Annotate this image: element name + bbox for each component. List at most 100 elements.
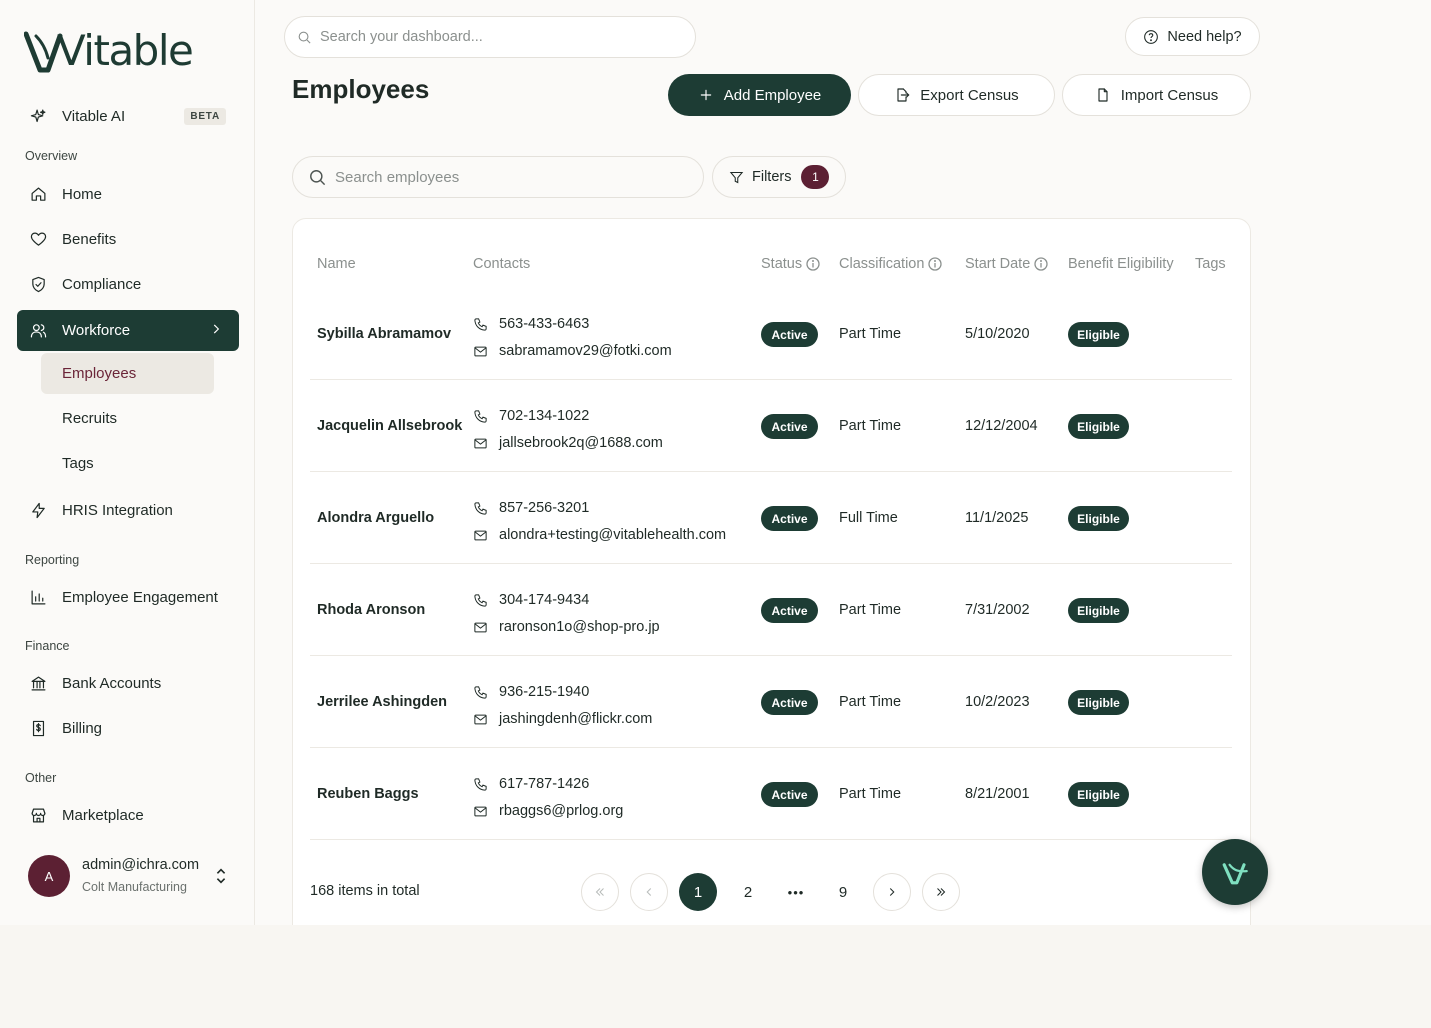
- page-button-last[interactable]: 9: [824, 873, 862, 911]
- export-census-button[interactable]: Export Census: [858, 74, 1055, 116]
- column-header-benefit-eligibility[interactable]: Benefit Eligibility: [1068, 256, 1174, 272]
- sidebar-item-bank-accounts[interactable]: Bank Accounts: [17, 663, 239, 704]
- sidebar-item-workforce[interactable]: Workforce: [17, 310, 239, 351]
- column-header-classification[interactable]: Classification: [839, 256, 943, 272]
- column-header-label: Name: [317, 256, 356, 272]
- employee-email: sabramamov29@fotki.com: [473, 343, 672, 359]
- need-help-button[interactable]: Need help?: [1125, 17, 1260, 56]
- shield-check-icon: [29, 276, 47, 294]
- employee-search-input[interactable]: [335, 168, 675, 186]
- info-icon[interactable]: [1034, 257, 1048, 271]
- previous-page-button[interactable]: [630, 873, 668, 911]
- file-export-icon: [897, 88, 910, 102]
- add-employee-button[interactable]: Add Employee: [668, 74, 851, 116]
- mail-icon: [473, 436, 499, 451]
- column-header-label: Status: [761, 256, 803, 272]
- bank-icon: [29, 675, 47, 693]
- status-badge: Active: [761, 322, 818, 347]
- start-date: 10/2/2023: [965, 694, 1030, 710]
- page-ellipsis[interactable]: •••: [777, 873, 815, 911]
- email-address: jallsebrook2q@1688.com: [499, 435, 663, 451]
- employee-phone: 702-134-1022: [473, 408, 589, 424]
- table-row[interactable]: Jerrilee Ashingden 936-215-1940 jashingden…: [310, 656, 1232, 748]
- sidebar-item-employees[interactable]: Employees: [41, 353, 214, 394]
- import-census-button[interactable]: Import Census: [1062, 74, 1251, 116]
- employee-search[interactable]: [292, 156, 704, 198]
- employee-email: jallsebrook2q@1688.com: [473, 435, 663, 451]
- table-row[interactable]: Reuben Baggs 617-787-1426 rbaggs6@prlog.or…: [310, 748, 1232, 840]
- store-icon: [29, 807, 47, 825]
- sidebar-item-hris-integration[interactable]: HRIS Integration: [17, 490, 239, 531]
- receipt-dollar-icon: [29, 720, 47, 738]
- page-button-2[interactable]: 2: [729, 873, 767, 911]
- vitable-logo[interactable]: Vitable: [24, 26, 194, 78]
- search-icon: [310, 169, 326, 185]
- employee-phone: 936-215-1940: [473, 684, 589, 700]
- employee-name[interactable]: Sybilla Abramamov: [317, 326, 451, 342]
- export-census-label: Export Census: [920, 86, 1019, 104]
- employee-phone: 304-174-9434: [473, 592, 589, 608]
- next-page-button[interactable]: [873, 873, 911, 911]
- double-chevron-right-icon: [937, 888, 946, 896]
- sidebar-item-vitable-ai[interactable]: Vitable AI BETA: [17, 96, 239, 137]
- sidebar-item-recruits[interactable]: Recruits: [41, 398, 214, 439]
- email-address: jashingdenh@flickr.com: [499, 711, 653, 727]
- column-header-tags[interactable]: Tags: [1195, 256, 1226, 272]
- employee-name[interactable]: Jacquelin Allsebrook: [317, 418, 462, 434]
- table-row[interactable]: Rhoda Aronson 304-174-9434 raronson1o@shop…: [310, 564, 1232, 656]
- classification: Part Time: [839, 786, 902, 802]
- table-row[interactable]: Alondra Arguello 857-256-3201 alondra+test…: [310, 472, 1232, 564]
- info-icon[interactable]: [806, 257, 820, 271]
- status-badge: Active: [761, 414, 818, 439]
- column-header-label: Contacts: [473, 256, 531, 272]
- employee-name[interactable]: Reuben Baggs: [317, 786, 419, 802]
- table-row[interactable]: Sybilla Abramamov 563-433-6463 sabramamov2…: [310, 288, 1232, 380]
- sidebar-item-billing[interactable]: Billing: [17, 708, 239, 749]
- mail-icon: [473, 344, 499, 359]
- column-header-name[interactable]: Name: [317, 256, 356, 272]
- employee-phone: 563-433-6463: [473, 316, 589, 332]
- sidebar-item-home[interactable]: Home: [17, 174, 239, 215]
- sidebar-item-benefits[interactable]: Benefits: [17, 219, 239, 260]
- classification: Part Time: [839, 602, 902, 618]
- import-census-label: Import Census: [1120, 86, 1219, 104]
- dashboard-search-input[interactable]: [320, 29, 680, 45]
- bar-chart-icon: [29, 589, 47, 607]
- section-label-overview: Overview: [25, 149, 78, 163]
- column-header-start-date[interactable]: Start Date: [965, 256, 1048, 272]
- phone-number: 702-134-1022: [499, 408, 590, 424]
- sidebar-item-label: Workforce: [62, 322, 131, 339]
- employee-name[interactable]: Rhoda Aronson: [317, 602, 425, 618]
- column-header-status[interactable]: Status: [761, 256, 820, 272]
- dashboard-search[interactable]: [284, 16, 696, 58]
- section-label-reporting: Reporting: [25, 553, 80, 567]
- sidebar-item-employee-engagement[interactable]: Employee Engagement: [17, 577, 239, 618]
- column-header-contacts[interactable]: Contacts: [473, 256, 530, 272]
- phone-number: 617-787-1426: [499, 776, 590, 792]
- sidebar-item-marketplace[interactable]: Marketplace: [17, 795, 239, 836]
- info-icon[interactable]: [928, 257, 943, 271]
- employee-name[interactable]: Jerrilee Ashingden: [317, 694, 447, 710]
- user-account-switcher[interactable]: A admin@ichra.com Colt Manufacturing: [28, 855, 238, 899]
- sidebar-item-tags[interactable]: Tags: [41, 443, 214, 484]
- first-page-button[interactable]: [581, 873, 619, 911]
- chevron-right-icon: [209, 322, 223, 340]
- filters-button[interactable]: Filters 1: [712, 156, 846, 198]
- status-badge: Active: [761, 690, 818, 715]
- vitable-assistant-button[interactable]: [1202, 839, 1268, 905]
- last-page-button[interactable]: [922, 873, 960, 911]
- phone-icon: [473, 317, 499, 332]
- start-date: 12/12/2004: [965, 418, 1038, 434]
- eligibility-badge: Eligible: [1068, 690, 1129, 715]
- sidebar-item-label: Vitable AI: [62, 108, 126, 125]
- employee-name[interactable]: Alondra Arguello: [317, 510, 434, 526]
- phone-icon: [473, 409, 499, 424]
- employee-email: raronson1o@shop-pro.jp: [473, 619, 660, 635]
- sidebar-item-compliance[interactable]: Compliance: [17, 264, 239, 305]
- beta-badge: BETA: [184, 108, 226, 125]
- table-row[interactable]: Jacquelin Allsebrook 702-134-1022 jallsebr…: [310, 380, 1232, 472]
- page-button-current[interactable]: 1: [679, 873, 717, 911]
- eligibility-badge: Eligible: [1068, 506, 1129, 531]
- sparkle-icon: [29, 108, 47, 126]
- sidebar-item-label: Billing: [62, 720, 103, 737]
